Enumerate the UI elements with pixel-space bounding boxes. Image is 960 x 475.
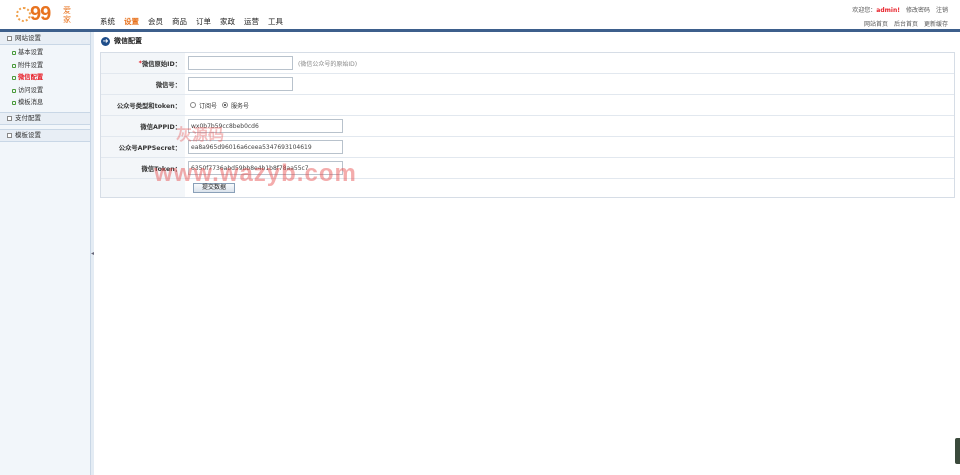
change-password-link[interactable]: 修改密码 bbox=[906, 5, 930, 14]
wechat-id-hint: (微信公众号的原始ID) bbox=[298, 60, 358, 68]
arrow-right-icon: ➜ bbox=[101, 36, 110, 46]
nav-orders[interactable]: 订单 bbox=[196, 16, 211, 27]
appid-label: 微信APPID： bbox=[101, 116, 185, 136]
welcome-text: 欢迎您：admin! bbox=[852, 7, 900, 14]
form-row-appid: 微信APPID： bbox=[101, 116, 954, 137]
nav-divider bbox=[0, 29, 960, 32]
logo-text: 爱家 bbox=[63, 6, 71, 24]
page-header: ➜ 微信配置 bbox=[97, 34, 954, 48]
site-home-link[interactable]: 网站首页 bbox=[864, 19, 888, 28]
sidebar: 网站设置 基本设置 附件设置 微信配置 访问设置 模板消息 支付配置 模板设置 bbox=[0, 32, 91, 475]
nav-operations[interactable]: 运营 bbox=[244, 16, 259, 27]
sidebar-splitter[interactable]: ◂ bbox=[91, 32, 94, 475]
logout-link[interactable]: 注销 bbox=[936, 5, 948, 14]
sidebar-item-template-msg[interactable]: 模板消息 bbox=[12, 97, 90, 110]
sidebar-submenu: 基本设置 附件设置 微信配置 访问设置 模板消息 bbox=[0, 45, 90, 112]
sidebar-item-wechat[interactable]: 微信配置 bbox=[12, 72, 90, 85]
nav-housekeeping[interactable]: 家政 bbox=[220, 16, 235, 27]
collapse-arrow-icon[interactable]: ◂ bbox=[91, 250, 94, 257]
appsecret-label: 公众号APPSecret： bbox=[101, 137, 185, 157]
sidebar-item-access[interactable]: 访问设置 bbox=[12, 85, 90, 98]
wechat-id-label: * 微信原始ID： bbox=[101, 53, 185, 73]
radio-icon[interactable] bbox=[190, 102, 196, 108]
radio-service[interactable]: 服务号 bbox=[222, 101, 249, 110]
watermark-cn: 灰源码 bbox=[176, 125, 225, 144]
header: 99 爱家 系统 设置 会员 商品 订单 家政 运营 工具 欢迎您：admin!… bbox=[0, 0, 960, 29]
watermark-url: www.wazyb.com bbox=[154, 160, 357, 187]
admin-home-link[interactable]: 后台首页 bbox=[894, 19, 918, 28]
collapse-icon bbox=[7, 35, 12, 41]
bullet-icon bbox=[12, 88, 16, 93]
nav-members[interactable]: 会员 bbox=[148, 16, 163, 27]
wechat-id-input[interactable] bbox=[188, 56, 293, 70]
update-cache-link[interactable]: 更新缓存 bbox=[924, 19, 948, 28]
wechat-no-label: 微信号： bbox=[101, 74, 185, 94]
main-nav: 系统 设置 会员 商品 订单 家政 运营 工具 bbox=[100, 16, 283, 27]
nav-products[interactable]: 商品 bbox=[172, 16, 187, 27]
nav-system[interactable]: 系统 bbox=[100, 16, 115, 27]
bullet-icon bbox=[12, 101, 16, 106]
sidebar-item-attachment[interactable]: 附件设置 bbox=[12, 60, 90, 73]
form-row-account-type: 公众号类型和token： 订阅号 服务号 bbox=[101, 95, 954, 116]
wechat-no-input[interactable] bbox=[188, 77, 293, 91]
sidebar-group-template[interactable]: 模板设置 bbox=[0, 128, 90, 142]
sidebar-group-payment[interactable]: 支付配置 bbox=[0, 111, 90, 125]
page-title: 微信配置 bbox=[114, 37, 142, 45]
radio-subscription[interactable]: 订阅号 bbox=[190, 101, 217, 110]
logo-sun-icon bbox=[16, 7, 31, 22]
side-float-tab[interactable] bbox=[955, 438, 960, 464]
logo-number: 99 bbox=[30, 3, 51, 25]
logo[interactable]: 99 爱家 bbox=[16, 3, 76, 26]
form-row-appsecret: 公众号APPSecret： bbox=[101, 137, 954, 158]
nav-tools[interactable]: 工具 bbox=[268, 16, 283, 27]
bullet-icon bbox=[12, 63, 16, 68]
form-row-wechat-id: * 微信原始ID： (微信公众号的原始ID) bbox=[101, 53, 954, 74]
form-row-wechat-no: 微信号： bbox=[101, 74, 954, 95]
bullet-icon bbox=[12, 76, 16, 81]
username: admin! bbox=[876, 7, 900, 14]
expand-icon bbox=[7, 132, 12, 138]
radio-selected-icon[interactable] bbox=[222, 102, 229, 108]
bullet-icon bbox=[12, 51, 16, 56]
nav-settings[interactable]: 设置 bbox=[124, 16, 139, 27]
account-type-label: 公众号类型和token： bbox=[101, 95, 185, 115]
expand-icon bbox=[7, 115, 12, 121]
sidebar-item-basic[interactable]: 基本设置 bbox=[12, 47, 90, 60]
sidebar-group-site-settings[interactable]: 网站设置 bbox=[0, 32, 90, 45]
